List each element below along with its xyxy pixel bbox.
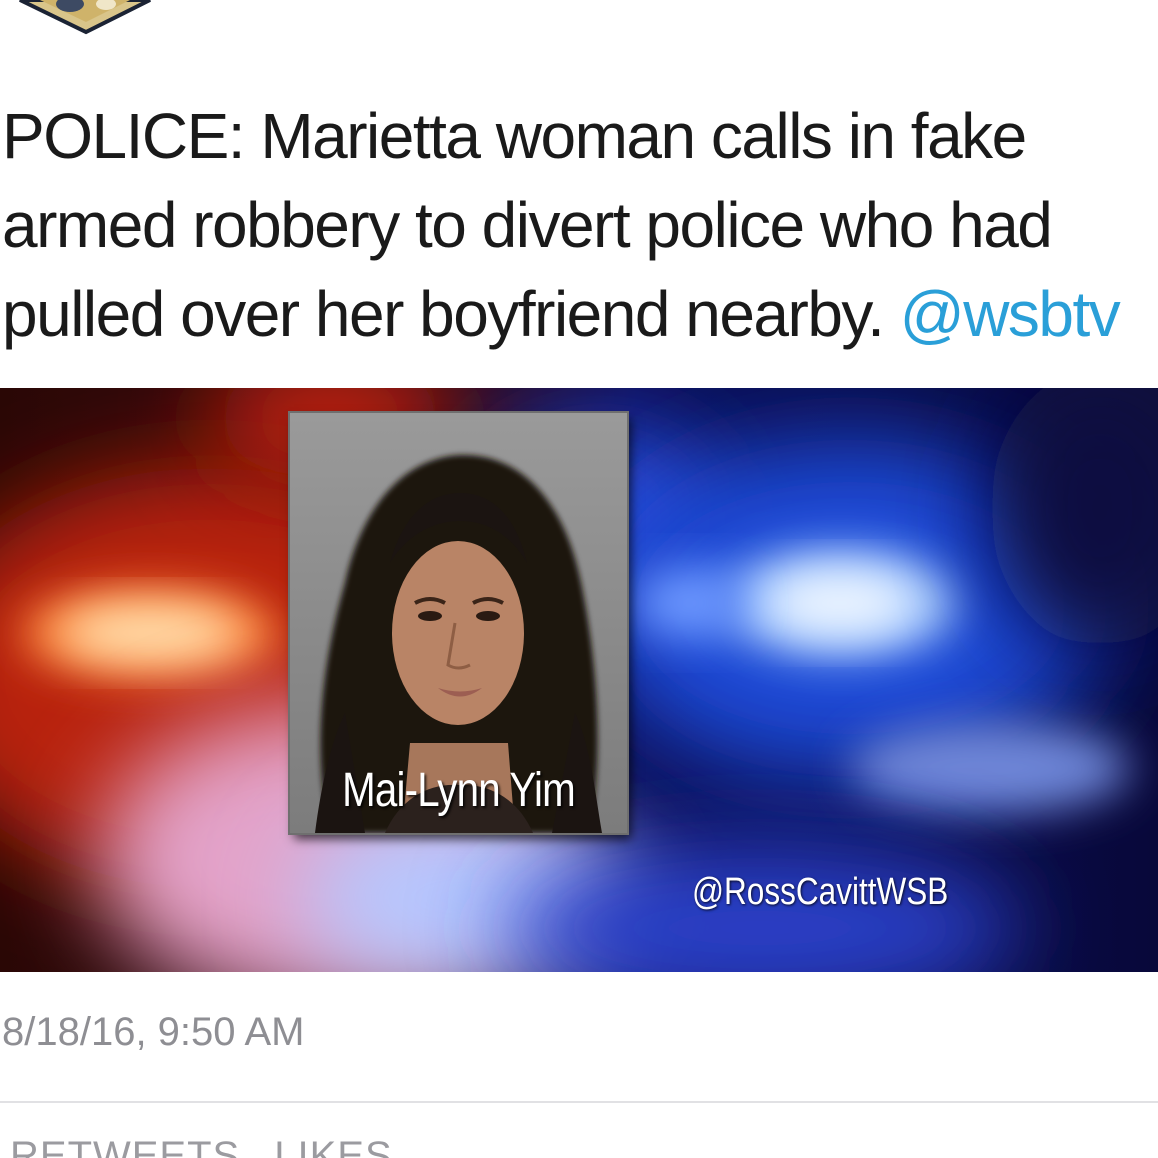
tweet-text-line: POLICE: Marietta woman calls in fake	[2, 100, 1027, 172]
tweet-text-line: armed robbery to divert police who had	[2, 189, 1053, 261]
mugshot-name-caption: Mai-Lynn Yim	[342, 764, 576, 817]
divider	[0, 1101, 1158, 1103]
retweets-label[interactable]: RETWEETS	[10, 1134, 240, 1158]
likes-label[interactable]: LIKES	[274, 1134, 392, 1158]
photo-credit: @RossCavittWSB	[692, 871, 949, 913]
tweet-text: POLICE: Marietta woman calls in fake arm…	[2, 92, 1152, 359]
profile-avatar-image	[19, 0, 151, 35]
mention-link[interactable]: @wsbtv	[900, 278, 1121, 350]
tweet-stats: RETWEETS LIKES	[2, 1134, 419, 1158]
tweet-text-line: pulled over her boyfriend nearby. @wsbtv	[2, 270, 1152, 359]
tweet-media-image[interactable]: Mai-Lynn Yim @RossCavittWSB	[0, 388, 1158, 972]
tweet-text-segment: pulled over her boyfriend nearby.	[2, 278, 885, 350]
tweet-timestamp[interactable]: 8/18/16, 9:50 AM	[2, 1010, 304, 1055]
profile-avatar[interactable]	[0, 0, 170, 38]
mugshot-photo: Mai-Lynn Yim	[290, 413, 627, 833]
